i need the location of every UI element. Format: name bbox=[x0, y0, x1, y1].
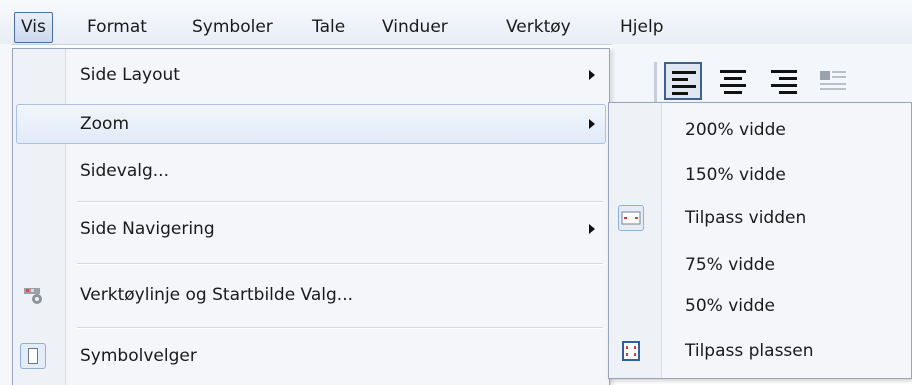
fit-page-icon bbox=[622, 341, 640, 361]
menu-separator bbox=[77, 263, 603, 265]
menu-item-side-navigering[interactable]: Side Navigering bbox=[16, 209, 606, 249]
menu-vinduer[interactable]: Vinduer bbox=[376, 12, 454, 43]
checked-indicator bbox=[20, 343, 46, 369]
checked-indicator bbox=[618, 205, 644, 231]
toolbar-settings-icon bbox=[22, 284, 46, 306]
menu-symboler[interactable]: Symboler bbox=[186, 12, 279, 43]
menu-bar: Vis Format Symboler Tale Vinduer Verktøy… bbox=[0, 0, 912, 45]
zoom-200-width[interactable]: 200% vidde bbox=[612, 109, 908, 151]
menu-item-label: Side Layout bbox=[80, 65, 180, 85]
submenu-item-label: 50% vidde bbox=[685, 296, 776, 316]
submenu-item-label: Tilpass vidden bbox=[685, 208, 807, 228]
align-right-button[interactable] bbox=[765, 62, 803, 100]
submenu-arrow-icon bbox=[589, 70, 595, 80]
align-right-icon bbox=[771, 70, 797, 73]
align-center-button[interactable] bbox=[714, 62, 752, 100]
menu-item-side-layout[interactable]: Side Layout bbox=[16, 55, 606, 95]
zoom-75-width[interactable]: 75% vidde bbox=[612, 244, 908, 286]
menu-format[interactable]: Format bbox=[81, 12, 153, 43]
vis-menu: Side Layout Zoom Sidevalg... Side Navige… bbox=[12, 48, 610, 385]
toolbar-separator bbox=[654, 62, 657, 102]
image-text-icon bbox=[820, 71, 846, 90]
submenu-arrow-icon bbox=[589, 224, 595, 234]
submenu-item-label: 150% vidde bbox=[685, 165, 786, 185]
formatting-toolbar bbox=[612, 44, 912, 106]
menu-separator bbox=[77, 327, 603, 329]
menu-item-label: Verktøylinje og Startbilde Valg... bbox=[80, 285, 354, 305]
menu-item-label: Sidevalg... bbox=[80, 161, 169, 181]
fit-width-icon bbox=[621, 211, 641, 225]
submenu-item-label: Tilpass plassen bbox=[685, 341, 814, 361]
zoom-fit-page[interactable]: Tilpass plassen bbox=[612, 330, 908, 372]
menu-item-sidevalg[interactable]: Sidevalg... bbox=[16, 151, 606, 191]
menu-item-zoom[interactable]: Zoom bbox=[16, 104, 606, 144]
align-left-icon bbox=[672, 71, 696, 74]
menu-item-toolbar-settings[interactable]: Verktøylinje og Startbilde Valg... bbox=[16, 275, 606, 315]
menu-separator bbox=[77, 201, 603, 203]
insert-image-button[interactable] bbox=[814, 62, 852, 100]
align-center-icon bbox=[720, 70, 746, 73]
menu-item-label: Symbolvelger bbox=[80, 346, 197, 366]
document-edge bbox=[0, 44, 12, 385]
menu-tale[interactable]: Tale bbox=[306, 12, 351, 43]
zoom-150-width[interactable]: 150% vidde bbox=[612, 154, 908, 196]
menu-vis[interactable]: Vis bbox=[14, 12, 53, 43]
submenu-item-label: 200% vidde bbox=[685, 120, 786, 140]
zoom-50-width[interactable]: 50% vidde bbox=[612, 285, 908, 327]
submenu-arrow-icon bbox=[589, 119, 595, 129]
zoom-submenu: 200% vidde 150% vidde Tilpass vidden 75%… bbox=[608, 102, 912, 379]
menu-verktoy[interactable]: Verktøy bbox=[500, 12, 577, 43]
menu-item-label: Zoom bbox=[80, 114, 130, 134]
zoom-fit-width[interactable]: Tilpass vidden bbox=[612, 197, 908, 239]
symbol-picker-icon bbox=[28, 348, 38, 364]
submenu-item-label: 75% vidde bbox=[685, 255, 776, 275]
menu-item-label: Side Navigering bbox=[80, 219, 215, 239]
align-left-button[interactable] bbox=[664, 62, 702, 100]
menu-hjelp[interactable]: Hjelp bbox=[614, 12, 669, 43]
menu-item-symbolvelger[interactable]: Symbolvelger bbox=[16, 336, 606, 376]
